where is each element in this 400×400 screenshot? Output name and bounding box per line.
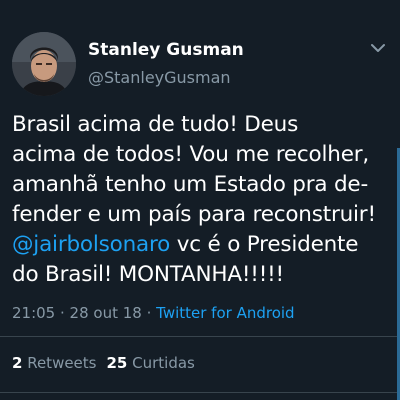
tweet-text-line: do Brasil! MONTANHA!!!!!	[12, 262, 284, 287]
tweet-text-line: vc é o Presidente	[170, 232, 359, 257]
retweets-count: 2	[12, 354, 23, 372]
tweet-date: 28 out 18	[69, 304, 142, 322]
mention-link[interactable]: @jairbolsonaro	[12, 232, 170, 257]
display-name[interactable]: Stanley Gusman	[88, 40, 244, 60]
avatar-image	[12, 32, 76, 96]
meta-separator: ·	[55, 304, 70, 322]
user-handle[interactable]: @StanleyGusman	[88, 68, 231, 87]
likes-count: 25	[106, 354, 128, 372]
tweet-text: Brasil acima de tudo! Deus acima de todo…	[12, 110, 390, 290]
tweet-text-line: amanhã tenho um Estado pra de-	[12, 172, 369, 197]
tweet-metadata: 21:05 · 28 out 18 · Twitter for Android	[12, 304, 295, 322]
likes-label: Curtidas	[127, 354, 195, 372]
tweet-detail: Stanley Gusman @StanleyGusman Brasil aci…	[0, 0, 400, 400]
meta-separator: ·	[141, 304, 157, 322]
chevron-down-icon[interactable]	[368, 40, 388, 56]
client-link[interactable]: Twitter for Android	[156, 304, 294, 322]
avatar[interactable]	[12, 32, 76, 96]
retweets-label: Retweets	[22, 354, 97, 372]
divider	[0, 336, 400, 337]
tweet-text-line: Brasil acima de tudo! Deus	[12, 112, 299, 137]
tweet-text-line: fender e um país para reconstruir!	[12, 202, 376, 227]
retweets-stat[interactable]: 2 Retweets	[12, 354, 97, 372]
tweet-time: 21:05	[12, 304, 56, 322]
likes-stat[interactable]: 25 Curtidas	[107, 354, 195, 372]
tweet-text-line: acima de todos! Vou me recolher,	[12, 142, 370, 167]
divider	[0, 392, 400, 393]
engagement-stats: 2 Retweets 25 Curtidas	[12, 354, 195, 372]
